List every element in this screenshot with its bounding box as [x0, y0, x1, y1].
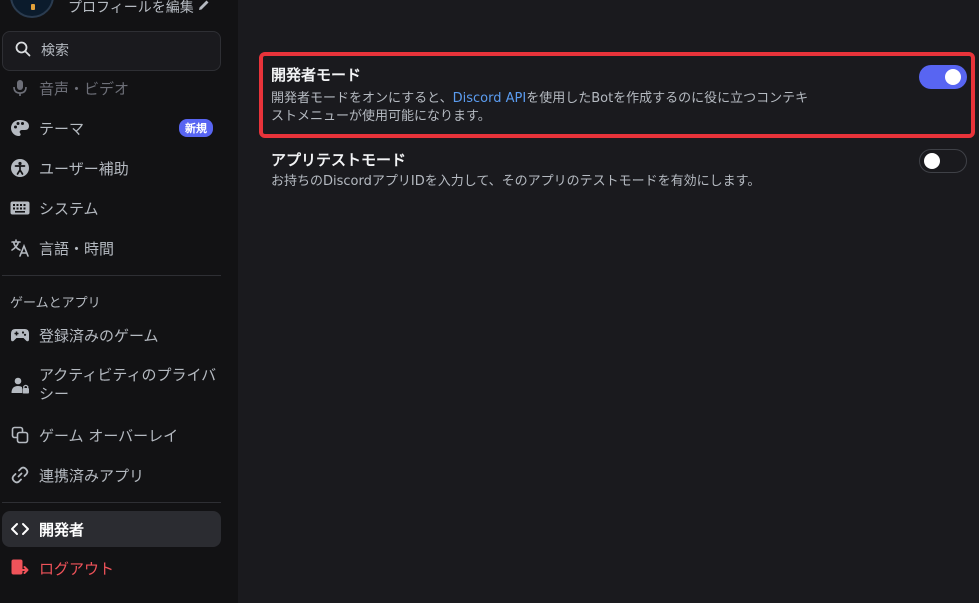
- sidebar-item-label: テーマ: [39, 119, 85, 138]
- app-test-mode-description: お持ちのDiscordアプリIDを入力して、そのアプリのテストモードを有効にしま…: [271, 174, 761, 189]
- translate-icon: [10, 238, 30, 258]
- accessibility-icon: [10, 158, 30, 178]
- pencil-icon: [198, 0, 210, 15]
- palette-icon: [10, 118, 30, 138]
- link-icon: [10, 465, 30, 485]
- sidebar-item-activity-privacy[interactable]: アクティビティのプライバシー: [2, 363, 221, 407]
- person-privacy-icon: [10, 375, 30, 395]
- sidebar-item-label: システム: [39, 199, 99, 218]
- sidebar-item-connected-apps[interactable]: 連携済みアプリ: [2, 457, 221, 493]
- sidebar-item-game-overlay[interactable]: ゲーム オーバーレイ: [2, 417, 221, 453]
- sidebar-item-label: 音声・ビデオ: [39, 79, 130, 98]
- sidebar-item-label: ゲーム オーバーレイ: [39, 426, 179, 445]
- sidebar-item-logout[interactable]: ログアウト: [2, 550, 221, 586]
- app-test-mode-toggle[interactable]: [919, 149, 967, 173]
- sidebar-item-label: 登録済みのゲーム: [39, 326, 159, 345]
- sidebar-item-theme[interactable]: テーマ 新規: [2, 110, 221, 146]
- sidebar-item-label: アクティビティのプライバシー: [39, 366, 217, 403]
- settings-sidebar: プロフィールを編集 音声・ビデオ テーマ 新規 ユーザー補助: [0, 0, 238, 603]
- keyboard-icon: [10, 198, 30, 218]
- sidebar-item-language-time[interactable]: 言語・時間: [2, 230, 221, 266]
- search-box[interactable]: [2, 31, 221, 71]
- sidebar-item-registered-games[interactable]: 登録済みのゲーム: [2, 317, 221, 353]
- avatar[interactable]: [10, 0, 54, 18]
- logout-icon: [10, 558, 30, 578]
- sidebar-item-voice-video[interactable]: 音声・ビデオ: [2, 70, 221, 106]
- discord-api-link[interactable]: Discord API: [453, 91, 527, 106]
- sidebar-item-label: ユーザー補助: [39, 159, 129, 178]
- microphone-icon: [10, 78, 30, 98]
- sidebar-item-label: 言語・時間: [39, 239, 115, 258]
- sidebar-divider: [2, 275, 221, 276]
- developer-mode-description: 開発者モードをオンにすると、Discord APIを使用したBotを作成するのに…: [271, 90, 871, 126]
- sidebar-item-label: 連携済みアプリ: [39, 466, 145, 485]
- desc-text: 開発者モードをオンにすると、: [271, 91, 453, 106]
- search-input[interactable]: [41, 43, 201, 59]
- section-header-games-apps: ゲームとアプリ: [10, 296, 101, 311]
- app-test-mode-title: アプリテストモード: [271, 151, 407, 169]
- sidebar-item-label: 開発者: [39, 520, 85, 539]
- gamepad-icon: [10, 325, 30, 345]
- edit-profile-label: プロフィールを編集: [68, 0, 194, 16]
- sidebar-item-label: ログアウト: [39, 559, 115, 578]
- sidebar-item-developer[interactable]: 開発者: [2, 511, 221, 547]
- desc-text: ストメニューが使用可能になります。: [271, 109, 491, 124]
- sidebar-item-accessibility[interactable]: ユーザー補助: [2, 150, 221, 186]
- developer-mode-toggle[interactable]: [919, 65, 967, 89]
- overlay-icon: [10, 425, 30, 445]
- code-brackets-icon: [10, 519, 30, 539]
- edit-profile-link[interactable]: プロフィールを編集: [68, 0, 210, 17]
- toggle-knob: [945, 69, 961, 85]
- sidebar-item-system[interactable]: システム: [2, 190, 221, 226]
- new-badge: 新規: [179, 119, 213, 137]
- sidebar-divider: [2, 502, 221, 503]
- toggle-knob: [924, 153, 940, 169]
- desc-text: を使用したBotを作成するのに役に立つコンテキ: [526, 91, 809, 106]
- search-icon: [15, 41, 31, 61]
- profile-row: プロフィールを編集: [10, 0, 210, 18]
- developer-mode-title: 開発者モード: [271, 66, 362, 84]
